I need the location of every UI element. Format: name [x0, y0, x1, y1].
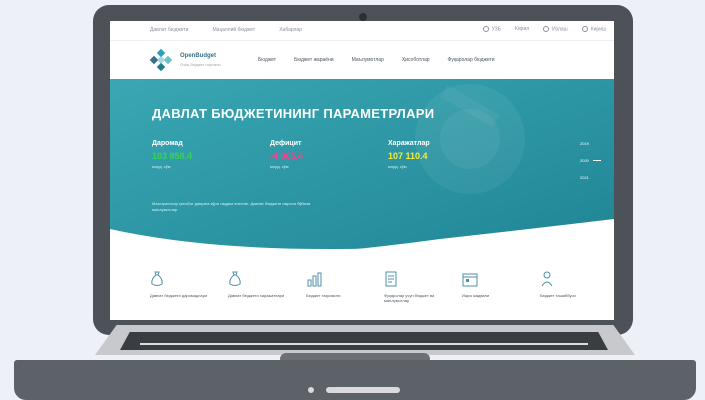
feature-caption: Фуқаролар учун бюджет ва маълумотлар: [384, 293, 435, 303]
person-icon: [541, 271, 553, 287]
stat-value: -4 065.4: [270, 151, 304, 161]
laptop-keyboard: [120, 332, 608, 350]
money-bag-icon: [229, 271, 241, 286]
stat-label: Дефицит: [270, 140, 302, 147]
keyboard-line: [140, 343, 588, 345]
bar-chart-icon: [307, 272, 322, 287]
hero-banner: ДАВЛАТ БЮДЖЕТИНИНГ ПАРАМЕТРЛАРИ Даромад …: [110, 79, 614, 265]
stat-unit: млрд. сўм: [270, 164, 289, 169]
stat-label: Даромад: [152, 140, 183, 147]
feature-caption: Бюджет ташаббуси: [540, 293, 576, 298]
year-link[interactable]: 2021: [580, 175, 601, 180]
stat-deficit: Дефицит -4 065.4 млрд. сўм: [270, 140, 303, 169]
base-slot: [326, 387, 400, 393]
document-icon: [385, 271, 397, 287]
stat-unit: млрд. сўм: [388, 164, 407, 169]
search-link[interactable]: Излаш: [543, 26, 568, 32]
menu: Бюджет Бюджет жараёни Маълумотлар Ҳисобо…: [258, 57, 495, 63]
stat-expenses: Харажатлар 107 110.4 млрд. сўм: [388, 140, 430, 169]
year-link[interactable]: 2019: [580, 141, 601, 146]
menu-item[interactable]: Ҳисоботлар: [402, 57, 430, 63]
feature-icons: Давлат бюджети даромадлари Давлат бюджет…: [110, 271, 614, 320]
feature-item[interactable]: Бюджет ташаббуси: [540, 271, 610, 298]
menu-item[interactable]: Маълумотлар: [352, 57, 384, 63]
feature-item[interactable]: Ижро жадвали: [462, 271, 532, 298]
feature-item[interactable]: Давлат бюджети даромадлари: [150, 271, 220, 298]
money-bag-icon: [151, 271, 163, 286]
login-link[interactable]: Кириш: [581, 26, 606, 32]
year-selector: 2019 2020 2021: [580, 141, 601, 192]
feature-caption: Давлат бюджети даромадлари: [150, 293, 208, 298]
webcam-icon: [359, 13, 367, 21]
power-led-icon: [308, 387, 314, 393]
feature-caption: Бюджет тақсимоти: [306, 293, 341, 298]
stat-value: 107 110.4: [388, 151, 428, 161]
feature-caption: Давлат бюджети харажатлари: [228, 293, 285, 298]
logo-icon[interactable]: [150, 49, 172, 71]
search-icon: [543, 26, 550, 32]
feature-item[interactable]: Фуқаролар учун бюджет ва маълумотлар: [384, 271, 454, 303]
top-link[interactable]: Хабарлар: [279, 27, 302, 33]
feature-item[interactable]: Давлат бюджети харажатлари: [228, 271, 298, 298]
laptop-screen: Давлат бюджети Маҳаллий бюджет Хабарлар …: [110, 21, 614, 320]
menu-item[interactable]: Бюджет жараёни: [294, 57, 334, 63]
top-bar: Давлат бюджети Маҳаллий бюджет Хабарлар …: [110, 21, 614, 41]
feature-item[interactable]: Бюджет тақсимоти: [306, 271, 376, 298]
hero-title: ДАВЛАТ БЮДЖЕТИНИНГ ПАРАМЕТРЛАРИ: [152, 106, 435, 121]
menu-item[interactable]: Бюджет: [258, 57, 276, 63]
language-selector[interactable]: УЗБ: [482, 26, 501, 32]
user-icon: [581, 26, 588, 32]
stat-unit: млрд. сўм: [152, 164, 171, 169]
top-link[interactable]: Давлат бюджети: [150, 27, 188, 33]
stat-value: 103 858.4: [152, 151, 193, 161]
hero-note: Маълумотлар ҳисобот даврига кўра тақдим …: [152, 201, 311, 212]
top-links: Давлат бюджети Маҳаллий бюджет Хабарлар: [150, 27, 302, 33]
brand-name: OpenBudget: [180, 53, 216, 59]
main-navigation: OpenBudget Очиқ бюджет портали Бюджет Бю…: [110, 41, 614, 79]
globe-icon: [482, 26, 489, 32]
calendar-icon: [462, 273, 478, 287]
laptop-base: [14, 360, 696, 400]
stat-revenue: Даромад 103 858.4 млрд. сўм: [152, 140, 192, 169]
feature-caption: Ижро жадвали: [462, 293, 490, 298]
year-link-active[interactable]: 2020: [580, 158, 601, 163]
top-link[interactable]: Маҳаллий бюджет: [212, 27, 255, 33]
top-right: УЗБ Кирил Излаш Кириш: [482, 26, 606, 32]
brand-tagline: Очиқ бюджет портали: [180, 62, 221, 67]
menu-item[interactable]: Фуқаролар бюджети: [448, 57, 495, 63]
stat-label: Харажатлар: [388, 140, 430, 147]
script-toggle[interactable]: Кирил: [515, 26, 529, 32]
